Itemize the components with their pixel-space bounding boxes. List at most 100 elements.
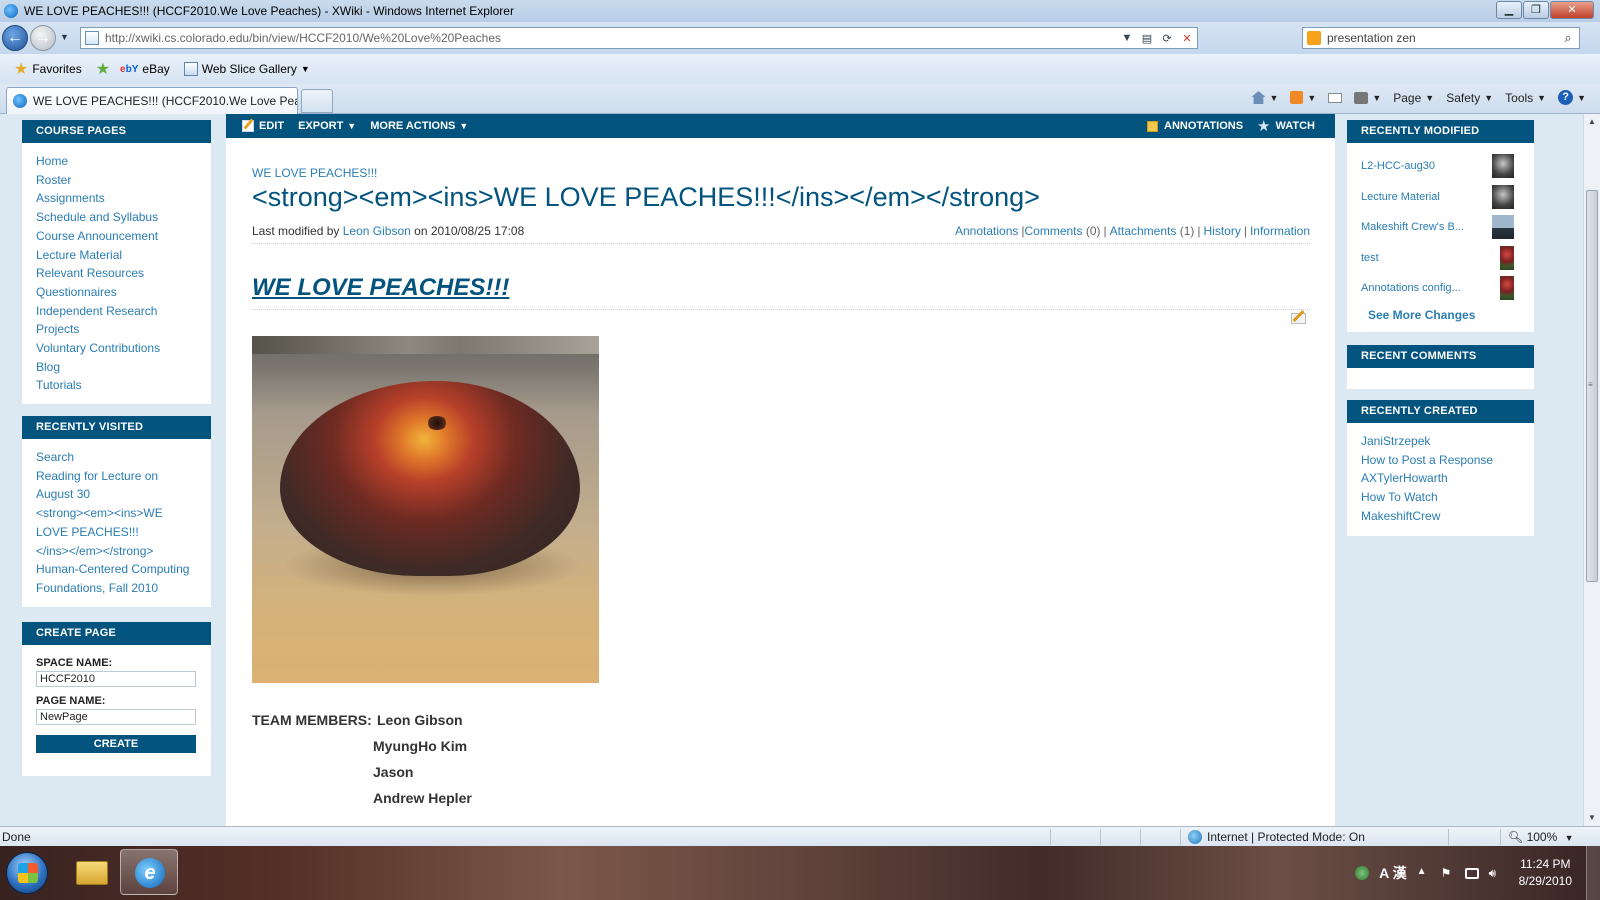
show-desktop-button[interactable] xyxy=(1586,846,1600,900)
feeds-button[interactable]: ▼ xyxy=(1290,91,1316,104)
created-link[interactable]: How to Post a Response xyxy=(1361,451,1520,470)
ime-indicator[interactable]: A 漢 xyxy=(1379,863,1406,883)
course-link-questionnaires[interactable]: Questionnaires xyxy=(36,283,197,302)
search-icon[interactable]: ⌕ xyxy=(1557,30,1579,46)
page-name-input[interactable] xyxy=(36,709,196,725)
recent-change-link[interactable]: test xyxy=(1361,252,1379,264)
watch-button[interactable]: ★ WATCH xyxy=(1243,117,1315,135)
create-button[interactable]: CREATE xyxy=(36,735,196,753)
add-favorite-icon[interactable]: ★ xyxy=(96,59,110,79)
course-link-announcement[interactable]: Course Announcement xyxy=(36,227,197,246)
course-link-resources[interactable]: Relevant Resources xyxy=(36,264,197,283)
recent-change-link[interactable]: Makeshift Crew's B... xyxy=(1361,221,1464,233)
tools-menu[interactable]: Tools ▼ xyxy=(1505,91,1546,105)
stop-icon[interactable]: ✕ xyxy=(1177,32,1197,45)
course-link-blog[interactable]: Blog xyxy=(36,358,197,377)
recent-change-item[interactable]: Annotations config... xyxy=(1361,273,1514,304)
recent-change-link[interactable]: Annotations config... xyxy=(1361,282,1461,294)
course-link-voluntary[interactable]: Voluntary Contributions xyxy=(36,339,197,358)
visited-link-peaches[interactable]: LOVE PEACHES!!! xyxy=(36,523,197,542)
action-center-icon[interactable]: ⚑ xyxy=(1441,866,1455,880)
author-link[interactable]: Leon Gibson xyxy=(343,224,411,238)
visited-link-reading[interactable]: Reading for Lecture on xyxy=(36,467,197,486)
new-tab-button[interactable] xyxy=(301,89,333,113)
space-name-input[interactable] xyxy=(36,671,196,687)
compatibility-view-icon[interactable]: ▤ xyxy=(1137,32,1157,45)
clock[interactable]: 11:24 PM 8/29/2010 xyxy=(1519,856,1572,890)
search-box[interactable]: ⌕ xyxy=(1302,27,1580,49)
annotations-link[interactable]: Annotations xyxy=(955,224,1018,238)
search-input[interactable] xyxy=(1327,31,1557,45)
scroll-down-icon[interactable]: ▼ xyxy=(1584,810,1600,826)
page-menu[interactable]: Page ▼ xyxy=(1393,91,1434,105)
minimize-button[interactable]: ▁ xyxy=(1496,1,1522,19)
course-link-assignments[interactable]: Assignments xyxy=(36,189,197,208)
url-dropdown-icon[interactable]: ▼ xyxy=(1117,32,1137,44)
taskbar-ie-button[interactable]: e xyxy=(120,849,178,895)
comments-link[interactable]: Comments xyxy=(1025,224,1083,238)
visited-link-reading[interactable]: August 30 xyxy=(36,485,197,504)
see-more-changes-link[interactable]: See More Changes xyxy=(1361,304,1514,322)
recent-change-item[interactable]: Makeshift Crew's B... xyxy=(1361,212,1514,243)
help-button[interactable]: ? ▼ xyxy=(1558,90,1586,105)
address-input[interactable]: http://xwiki.cs.colorado.edu/bin/view/HC… xyxy=(80,27,1198,49)
back-button[interactable]: ← xyxy=(2,25,28,51)
security-zone[interactable]: Internet | Protected Mode: On xyxy=(1188,830,1365,844)
volume-icon[interactable]: 🔊︎ xyxy=(1489,866,1503,880)
home-button[interactable]: ▼ xyxy=(1251,91,1278,104)
history-link[interactable]: History xyxy=(1204,224,1241,238)
visited-link-peaches[interactable]: </ins></em></strong> xyxy=(36,542,197,561)
course-link-home[interactable]: Home xyxy=(36,152,197,171)
export-menu[interactable]: EXPORT ▼ xyxy=(298,120,356,132)
favorite-web-slice-gallery[interactable]: Web Slice Gallery ▼ xyxy=(183,62,310,76)
course-link-tutorials[interactable]: Tutorials xyxy=(36,376,197,395)
tray-expand-icon[interactable]: ▲ xyxy=(1417,866,1431,880)
scroll-up-icon[interactable]: ▲ xyxy=(1584,114,1600,130)
safety-menu[interactable]: Safety ▼ xyxy=(1446,91,1493,105)
language-bar-icon[interactable] xyxy=(1355,866,1370,880)
visited-link-search[interactable]: Search xyxy=(36,448,197,467)
maximize-button[interactable]: ❐ xyxy=(1523,1,1549,19)
recent-change-link[interactable]: L2-HCC-aug30 xyxy=(1361,160,1435,172)
export-label: EXPORT xyxy=(298,120,344,132)
course-link-projects[interactable]: Projects xyxy=(36,320,197,339)
taskbar-explorer-button[interactable] xyxy=(62,849,120,895)
visited-link-hcc[interactable]: Foundations, Fall 2010 xyxy=(36,579,197,598)
created-link[interactable]: MakeshiftCrew xyxy=(1361,507,1520,526)
vertical-scrollbar[interactable]: ▲ ≡ ▼ xyxy=(1583,114,1600,826)
favorite-ebay[interactable]: ebY eBay xyxy=(120,62,170,76)
start-button[interactable] xyxy=(6,852,48,894)
course-link-schedule[interactable]: Schedule and Syllabus xyxy=(36,208,197,227)
favorites-button[interactable]: ★ Favorites xyxy=(14,59,82,79)
course-link-roster[interactable]: Roster xyxy=(36,171,197,190)
content-heading[interactable]: WE LOVE PEACHES!!! xyxy=(252,274,509,302)
mail-button[interactable] xyxy=(1328,92,1343,103)
attachments-link[interactable]: Attachments xyxy=(1110,224,1177,238)
recent-change-item[interactable]: test xyxy=(1361,243,1514,274)
close-button[interactable]: ✕ xyxy=(1550,1,1594,19)
recent-change-item[interactable]: L2-HCC-aug30 xyxy=(1361,151,1514,182)
visited-link-peaches[interactable]: <strong><em><ins>WE xyxy=(36,504,197,523)
recent-change-link[interactable]: Lecture Material xyxy=(1361,191,1440,203)
course-link-lecture-material[interactable]: Lecture Material xyxy=(36,246,197,265)
breadcrumb[interactable]: WE LOVE PEACHES!!! xyxy=(252,166,377,180)
created-link[interactable]: JaniStrzepek xyxy=(1361,432,1520,451)
network-icon[interactable] xyxy=(1464,867,1479,879)
created-link[interactable]: How To Watch xyxy=(1361,488,1520,507)
recent-change-item[interactable]: Lecture Material xyxy=(1361,182,1514,213)
url-text[interactable]: http://xwiki.cs.colorado.edu/bin/view/HC… xyxy=(105,31,1117,45)
history-dropdown-icon[interactable]: ▼ xyxy=(60,32,69,42)
zoom-level[interactable]: 🔍︎ 100% ▼ xyxy=(1508,830,1574,844)
annotations-button[interactable]: ANNOTATIONS xyxy=(1147,120,1243,132)
visited-link-hcc[interactable]: Human-Centered Computing xyxy=(36,560,197,579)
information-link[interactable]: Information xyxy=(1250,224,1310,238)
print-button[interactable]: ▼ xyxy=(1354,91,1381,104)
tab-active[interactable]: WE LOVE PEACHES!!! (HCCF2010.We Love Pea… xyxy=(6,87,298,114)
course-link-independent-research[interactable]: Independent Research xyxy=(36,302,197,321)
edit-button[interactable]: EDIT xyxy=(242,120,284,132)
more-actions-menu[interactable]: MORE ACTIONS ▼ xyxy=(370,120,468,132)
refresh-icon[interactable]: ⟳ xyxy=(1157,32,1177,45)
section-edit-icon[interactable] xyxy=(1291,310,1307,324)
created-link[interactable]: AXTylerHowarth xyxy=(1361,469,1520,488)
forward-button[interactable]: → xyxy=(30,25,56,51)
